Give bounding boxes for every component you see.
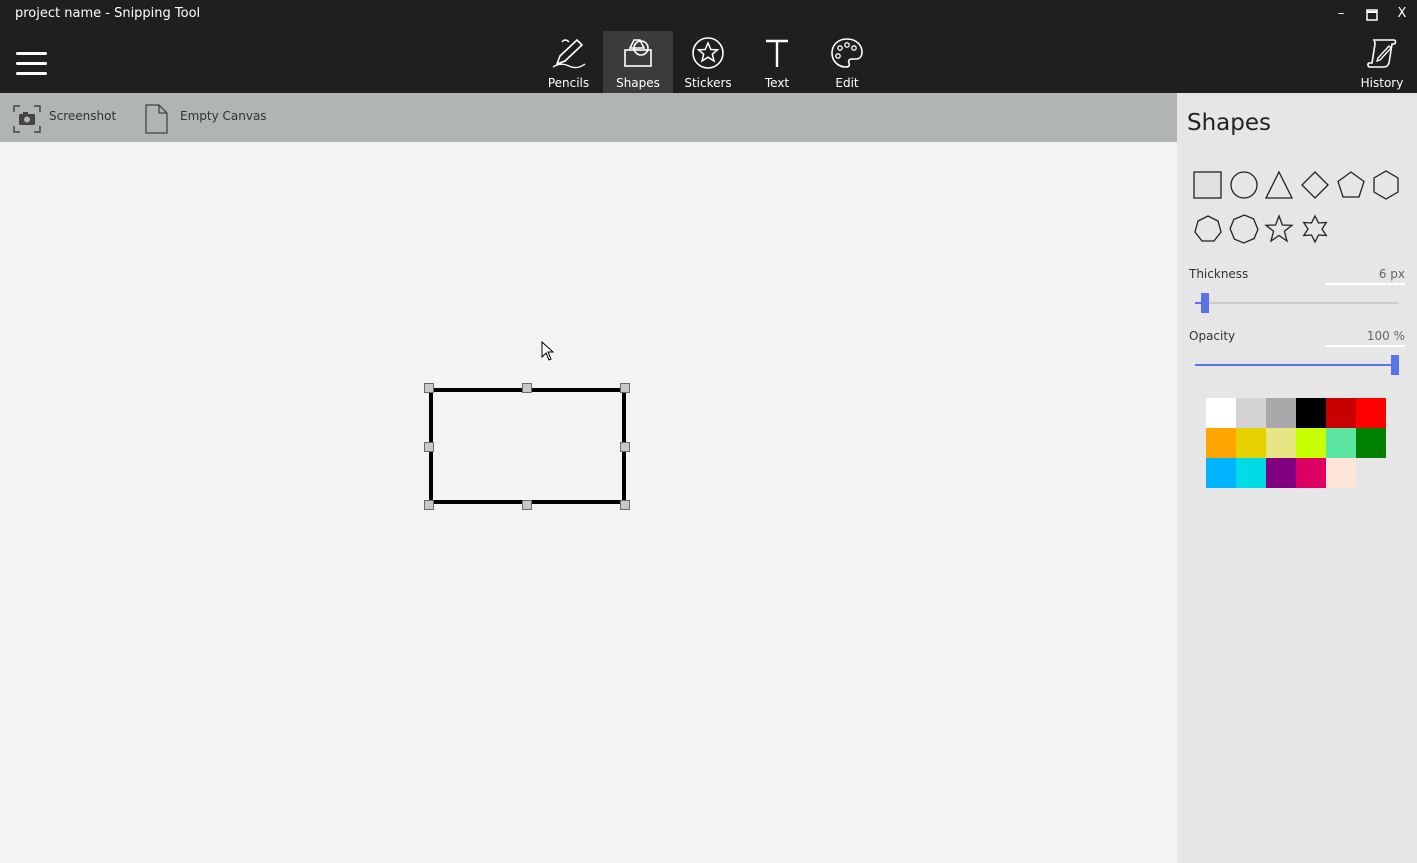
tool-pencils-label: Pencils [547,76,590,90]
shape-six-point-star-button[interactable] [1299,213,1331,245]
tool-edit-label: Edit [835,76,859,90]
maximize-button[interactable] [1362,6,1382,25]
shape-heptagon-button[interactable] [1192,213,1224,245]
drawing-canvas[interactable] [0,142,1177,863]
resize-handle-top-right[interactable] [620,383,630,393]
minimize-button[interactable]: – [1331,6,1351,21]
shape-diamond-button[interactable] [1299,169,1331,201]
shape-triangle-button[interactable] [1263,169,1295,201]
color-swatch[interactable] [1236,458,1266,488]
drawn-rectangle[interactable] [429,388,626,504]
tool-shapes-label: Shapes [616,76,660,90]
tool-pencils[interactable]: Pencils [534,31,603,93]
thickness-slider-track [1195,302,1399,304]
text-icon [766,39,788,67]
screenshot-label: Screenshot [49,109,117,123]
color-swatch[interactable] [1236,428,1266,458]
shape-octagon-button[interactable] [1228,213,1260,245]
opacity-slider-fill [1195,364,1395,366]
thickness-value-field[interactable]: 6 px [1325,267,1405,285]
opacity-label: Opacity [1189,329,1236,343]
heptagon-icon [1194,215,1222,242]
window-title: project name - Snipping Tool [15,6,201,21]
color-swatch[interactable] [1266,458,1296,488]
palette-icon [831,38,863,68]
shapes-icon [624,39,652,67]
color-swatch[interactable] [1206,428,1236,458]
rectangle-icon [1193,171,1222,199]
star-icon [1264,214,1294,243]
tool-shapes[interactable]: Shapes [603,31,673,93]
close-button[interactable]: X [1392,6,1412,21]
color-swatch[interactable] [1266,428,1296,458]
shape-hexagon-button[interactable] [1370,169,1402,201]
shape-circle-button[interactable] [1228,169,1260,201]
color-swatch[interactable] [1206,458,1236,488]
hamburger-icon [16,52,47,55]
color-swatch[interactable] [1326,398,1356,428]
color-swatch[interactable] [1356,428,1386,458]
resize-handle-right[interactable] [620,442,630,452]
empty-canvas-label: Empty Canvas [180,109,267,123]
tool-edit[interactable]: Edit [814,31,880,93]
color-swatch[interactable] [1236,398,1266,428]
mouse-cursor-icon [541,341,555,361]
history-icon [1367,39,1397,68]
pencil-icon [552,38,585,69]
pentagon-icon [1337,171,1365,198]
color-swatch[interactable] [1356,398,1386,428]
tool-stickers[interactable]: Stickers [675,31,741,93]
screenshot-button[interactable]: Screenshot [12,93,122,142]
shapes-panel: Shapes Thickness 6 px Opacity 100 % [1177,93,1417,863]
hamburger-menu-button[interactable] [16,52,47,76]
resize-handle-bottom-left[interactable] [424,500,434,510]
color-swatch[interactable] [1326,428,1356,458]
color-swatch[interactable] [1266,398,1296,428]
color-swatch[interactable] [1296,458,1326,488]
history-label: History [1360,76,1404,90]
diamond-icon [1301,171,1329,199]
tool-text[interactable]: Text [744,31,810,93]
circle-icon [1230,171,1258,199]
shape-star-button[interactable] [1263,213,1295,245]
color-swatch[interactable] [1326,458,1356,488]
panel-title: Shapes [1187,110,1272,136]
shape-pentagon-button[interactable] [1335,169,1367,201]
resize-handle-top-left[interactable] [424,383,434,393]
triangle-icon [1264,170,1294,199]
title-bar: project name - Snipping Tool – X Pencils… [0,0,1417,93]
tool-text-label: Text [764,76,790,90]
resize-handle-left[interactable] [424,442,434,452]
hexagon-icon [1373,170,1399,200]
color-swatch[interactable] [1206,398,1236,428]
opacity-value-field[interactable]: 100 % [1325,329,1405,347]
history-button[interactable]: History [1350,31,1414,93]
octagon-icon [1229,214,1259,244]
resize-handle-top[interactable] [522,383,532,393]
sticker-icon [692,37,724,69]
tool-stickers-label: Stickers [684,76,732,90]
canvas-source-bar: Screenshot Empty Canvas [0,93,1177,142]
shape-rectangle-button[interactable] [1192,169,1224,201]
empty-canvas-button[interactable]: Empty Canvas [143,93,273,142]
opacity-slider-thumb[interactable] [1391,355,1399,375]
document-icon [145,104,168,134]
color-swatch[interactable] [1296,398,1326,428]
thickness-slider-thumb[interactable] [1200,293,1209,313]
camera-icon [13,105,41,133]
color-swatch[interactable] [1296,428,1326,458]
resize-handle-bottom[interactable] [522,500,532,510]
thickness-label: Thickness [1189,267,1249,281]
six-point-star-icon [1302,214,1328,244]
resize-handle-bottom-right[interactable] [620,500,630,510]
